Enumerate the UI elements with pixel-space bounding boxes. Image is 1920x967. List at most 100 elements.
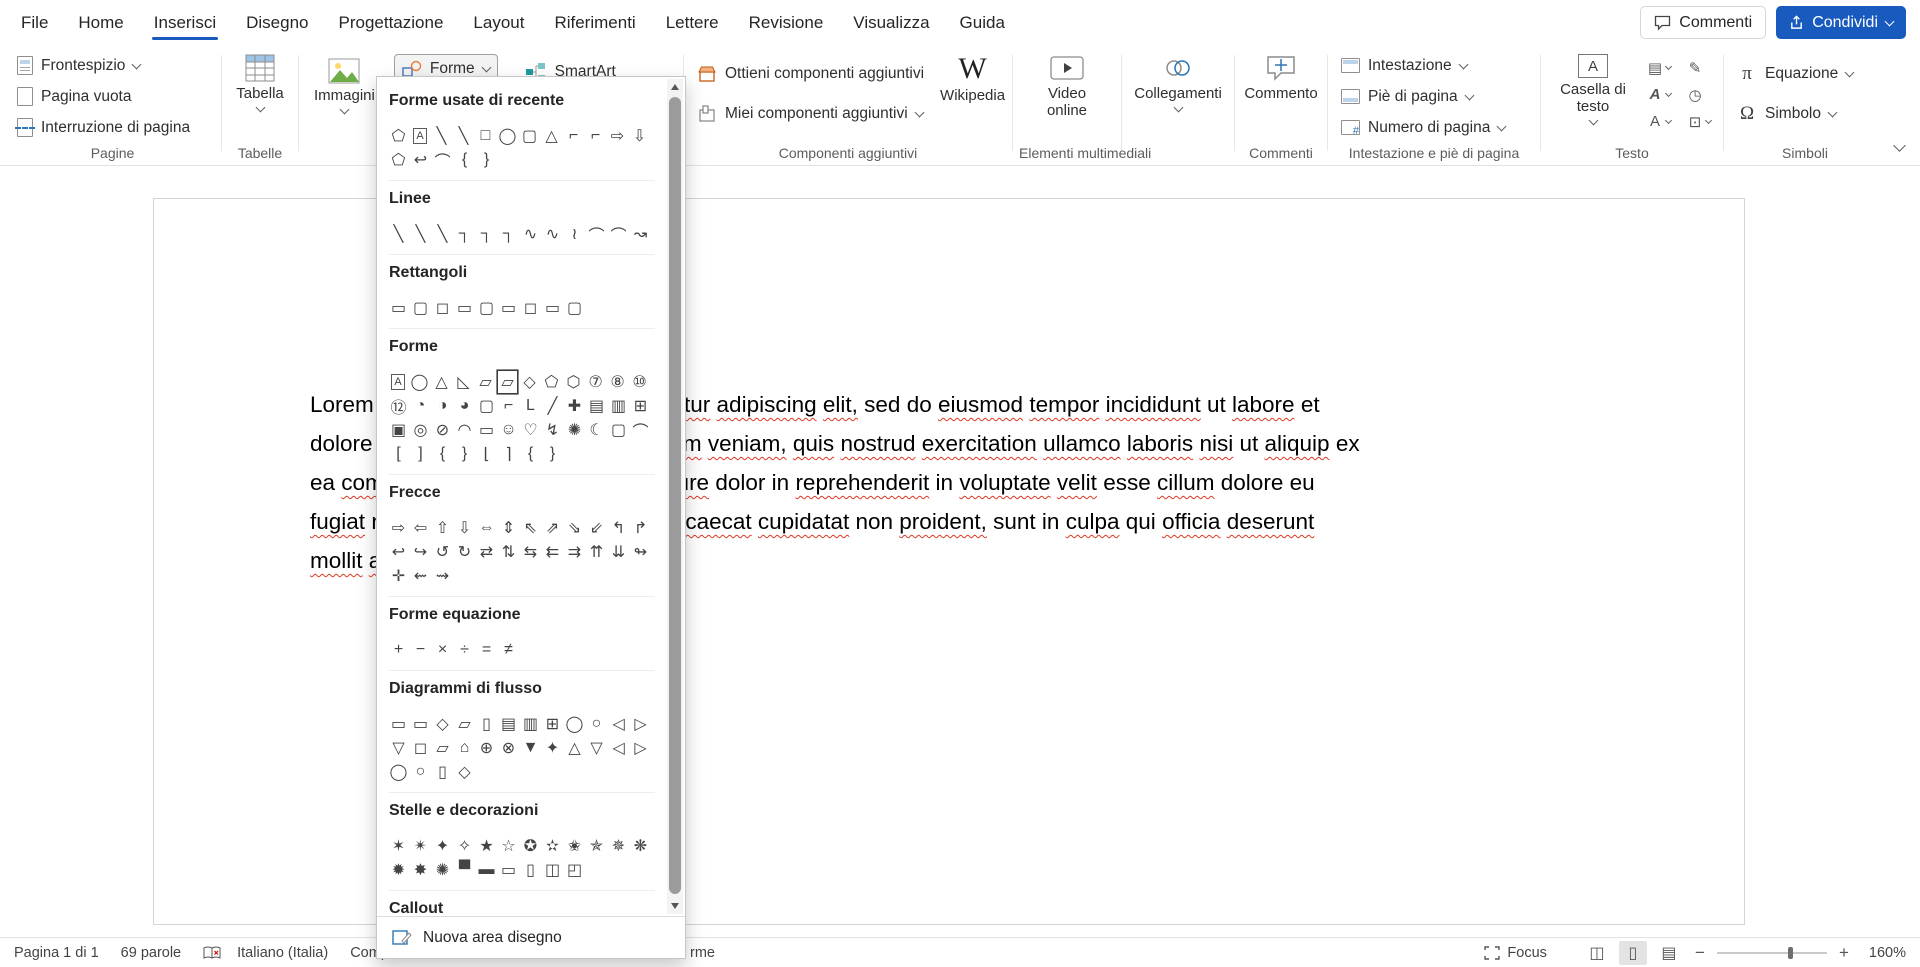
- tab-file[interactable]: File: [6, 0, 63, 45]
- data-ora-button[interactable]: ◷: [1683, 81, 1721, 108]
- shape-item[interactable]: ◰: [565, 859, 584, 881]
- shape-item[interactable]: ↯: [543, 419, 562, 441]
- shape-item[interactable]: ⬠: [389, 125, 408, 147]
- ottieni-componenti-button[interactable]: Ottieni componenti aggiuntivi: [690, 58, 931, 89]
- tab-home[interactable]: Home: [63, 0, 138, 45]
- shape-item[interactable]: {: [433, 443, 452, 465]
- shape-item[interactable]: ✺: [565, 419, 584, 441]
- shape-item[interactable]: ◔: [411, 395, 430, 417]
- shapes-menu-scrollbar[interactable]: [667, 79, 683, 914]
- shape-item[interactable]: ✵: [609, 835, 628, 857]
- zoom-slider[interactable]: [1717, 952, 1827, 954]
- shape-item[interactable]: ◯: [389, 761, 408, 783]
- shape-item[interactable]: ◎: [411, 419, 430, 441]
- shape-item[interactable]: ⇅: [499, 541, 518, 563]
- numero-di-pagina-button[interactable]: Numero di pagina: [1334, 112, 1534, 143]
- shape-item[interactable]: ◇: [433, 713, 452, 735]
- shape-item[interactable]: ↝: [631, 223, 650, 245]
- shape-item[interactable]: ⌉: [499, 443, 518, 465]
- tab-riferimenti[interactable]: Riferimenti: [539, 0, 650, 45]
- shape-item[interactable]: ⇈: [587, 541, 606, 563]
- tab-guida[interactable]: Guida: [945, 0, 1020, 45]
- shape-item[interactable]: ❋: [631, 835, 650, 857]
- shape-item[interactable]: A: [413, 128, 427, 144]
- zoom-level[interactable]: 160%: [1869, 945, 1906, 961]
- shape-item[interactable]: ⇘: [565, 517, 584, 539]
- shape-item[interactable]: ▭: [411, 713, 430, 735]
- shape-item[interactable]: ◁: [609, 737, 628, 759]
- shape-item[interactable]: ⇉: [565, 541, 584, 563]
- language-indicator[interactable]: Italiano (Italia): [237, 945, 328, 961]
- shape-item[interactable]: ⊞: [631, 395, 650, 417]
- shape-item[interactable]: ⌒: [587, 223, 606, 245]
- shape-item[interactable]: ✚: [565, 395, 584, 417]
- tab-progettazione[interactable]: Progettazione: [324, 0, 459, 45]
- shape-item[interactable]: ⬡: [564, 371, 583, 393]
- riga-firma-button[interactable]: ✎: [1683, 54, 1721, 81]
- shape-item[interactable]: ▽: [389, 737, 408, 759]
- shape-item[interactable]: ⑩: [630, 371, 649, 393]
- shape-item[interactable]: ⇧: [433, 517, 452, 539]
- shape-item[interactable]: ▭: [389, 713, 408, 735]
- shape-item[interactable]: ✶: [389, 835, 408, 857]
- read-mode-button[interactable]: ◫: [1583, 941, 1611, 965]
- shape-item[interactable]: ☾: [587, 419, 606, 441]
- shape-item[interactable]: ⑫: [389, 395, 408, 417]
- tab-disegno[interactable]: Disegno: [231, 0, 323, 45]
- shape-item[interactable]: ✪: [521, 835, 540, 857]
- shape-item[interactable]: ⌒: [631, 419, 650, 441]
- shape-item[interactable]: ∿: [543, 223, 562, 245]
- share-button[interactable]: Condividi: [1776, 6, 1906, 39]
- shape-item[interactable]: ▷: [631, 737, 650, 759]
- shape-item[interactable]: ▭: [499, 297, 518, 319]
- shape-item[interactable]: ┐: [455, 223, 474, 245]
- shape-item[interactable]: ◯: [410, 371, 429, 393]
- casella-di-testo-button[interactable]: A Casella di testo: [1547, 45, 1639, 124]
- shape-item[interactable]: ⇄: [477, 541, 496, 563]
- shape-item[interactable]: ⌒: [433, 149, 452, 171]
- shape-item[interactable]: ▭: [543, 297, 562, 319]
- shape-item[interactable]: ▱: [455, 713, 474, 735]
- collapse-ribbon-button[interactable]: [1895, 137, 1904, 155]
- shape-item[interactable]: ▢: [520, 125, 539, 147]
- oggetto-button[interactable]: ⊡: [1683, 108, 1721, 135]
- frontespizio-button[interactable]: Frontespizio: [10, 50, 215, 81]
- shape-item[interactable]: ⇊: [609, 541, 628, 563]
- shape-item[interactable]: ▯: [521, 859, 540, 881]
- shape-item[interactable]: ×: [433, 639, 452, 661]
- shape-item[interactable]: {: [521, 443, 540, 465]
- shape-item[interactable]: ⇙: [587, 517, 606, 539]
- shape-item[interactable]: ▽: [587, 737, 606, 759]
- focus-mode-button[interactable]: Focus: [1484, 945, 1547, 961]
- shape-item[interactable]: ◯: [565, 713, 584, 735]
- shape-item[interactable]: ⌒: [609, 223, 628, 245]
- shape-item[interactable]: ▭: [455, 297, 474, 319]
- shape-item[interactable]: ▼: [521, 737, 540, 759]
- shape-item[interactable]: =: [477, 639, 496, 661]
- shape-item[interactable]: ∿: [521, 223, 540, 245]
- shape-item[interactable]: ⌐: [499, 395, 518, 417]
- shape-item[interactable]: ┐: [477, 223, 496, 245]
- shape-item[interactable]: ◠: [455, 419, 474, 441]
- shape-item[interactable]: ▱: [498, 371, 517, 393]
- shape-item[interactable]: ◻: [521, 297, 540, 319]
- shape-item[interactable]: ✺: [433, 859, 452, 881]
- page-indicator[interactable]: Pagina 1 di 1: [14, 945, 99, 961]
- miei-componenti-button[interactable]: Miei componenti aggiuntivi: [690, 98, 931, 129]
- shape-item[interactable]: ◁: [609, 713, 628, 735]
- shape-item[interactable]: ⇖: [521, 517, 540, 539]
- wordart-button[interactable]: A: [1643, 81, 1683, 108]
- word-count[interactable]: 69 parole: [121, 945, 181, 961]
- shape-item[interactable]: }: [477, 149, 496, 171]
- shape-item[interactable]: △: [565, 737, 584, 759]
- shape-item[interactable]: ▤: [499, 713, 518, 735]
- shape-item[interactable]: ✫: [543, 835, 562, 857]
- new-drawing-canvas-item[interactable]: Nuova area disegno: [377, 916, 685, 958]
- shape-item[interactable]: ✬: [565, 835, 584, 857]
- shape-item[interactable]: ↺: [433, 541, 452, 563]
- shape-item[interactable]: ⑦: [586, 371, 605, 393]
- shape-item[interactable]: ▱: [433, 737, 452, 759]
- shape-item[interactable]: ✸: [411, 859, 430, 881]
- shape-item[interactable]: ╲: [433, 223, 452, 245]
- tab-layout[interactable]: Layout: [458, 0, 539, 45]
